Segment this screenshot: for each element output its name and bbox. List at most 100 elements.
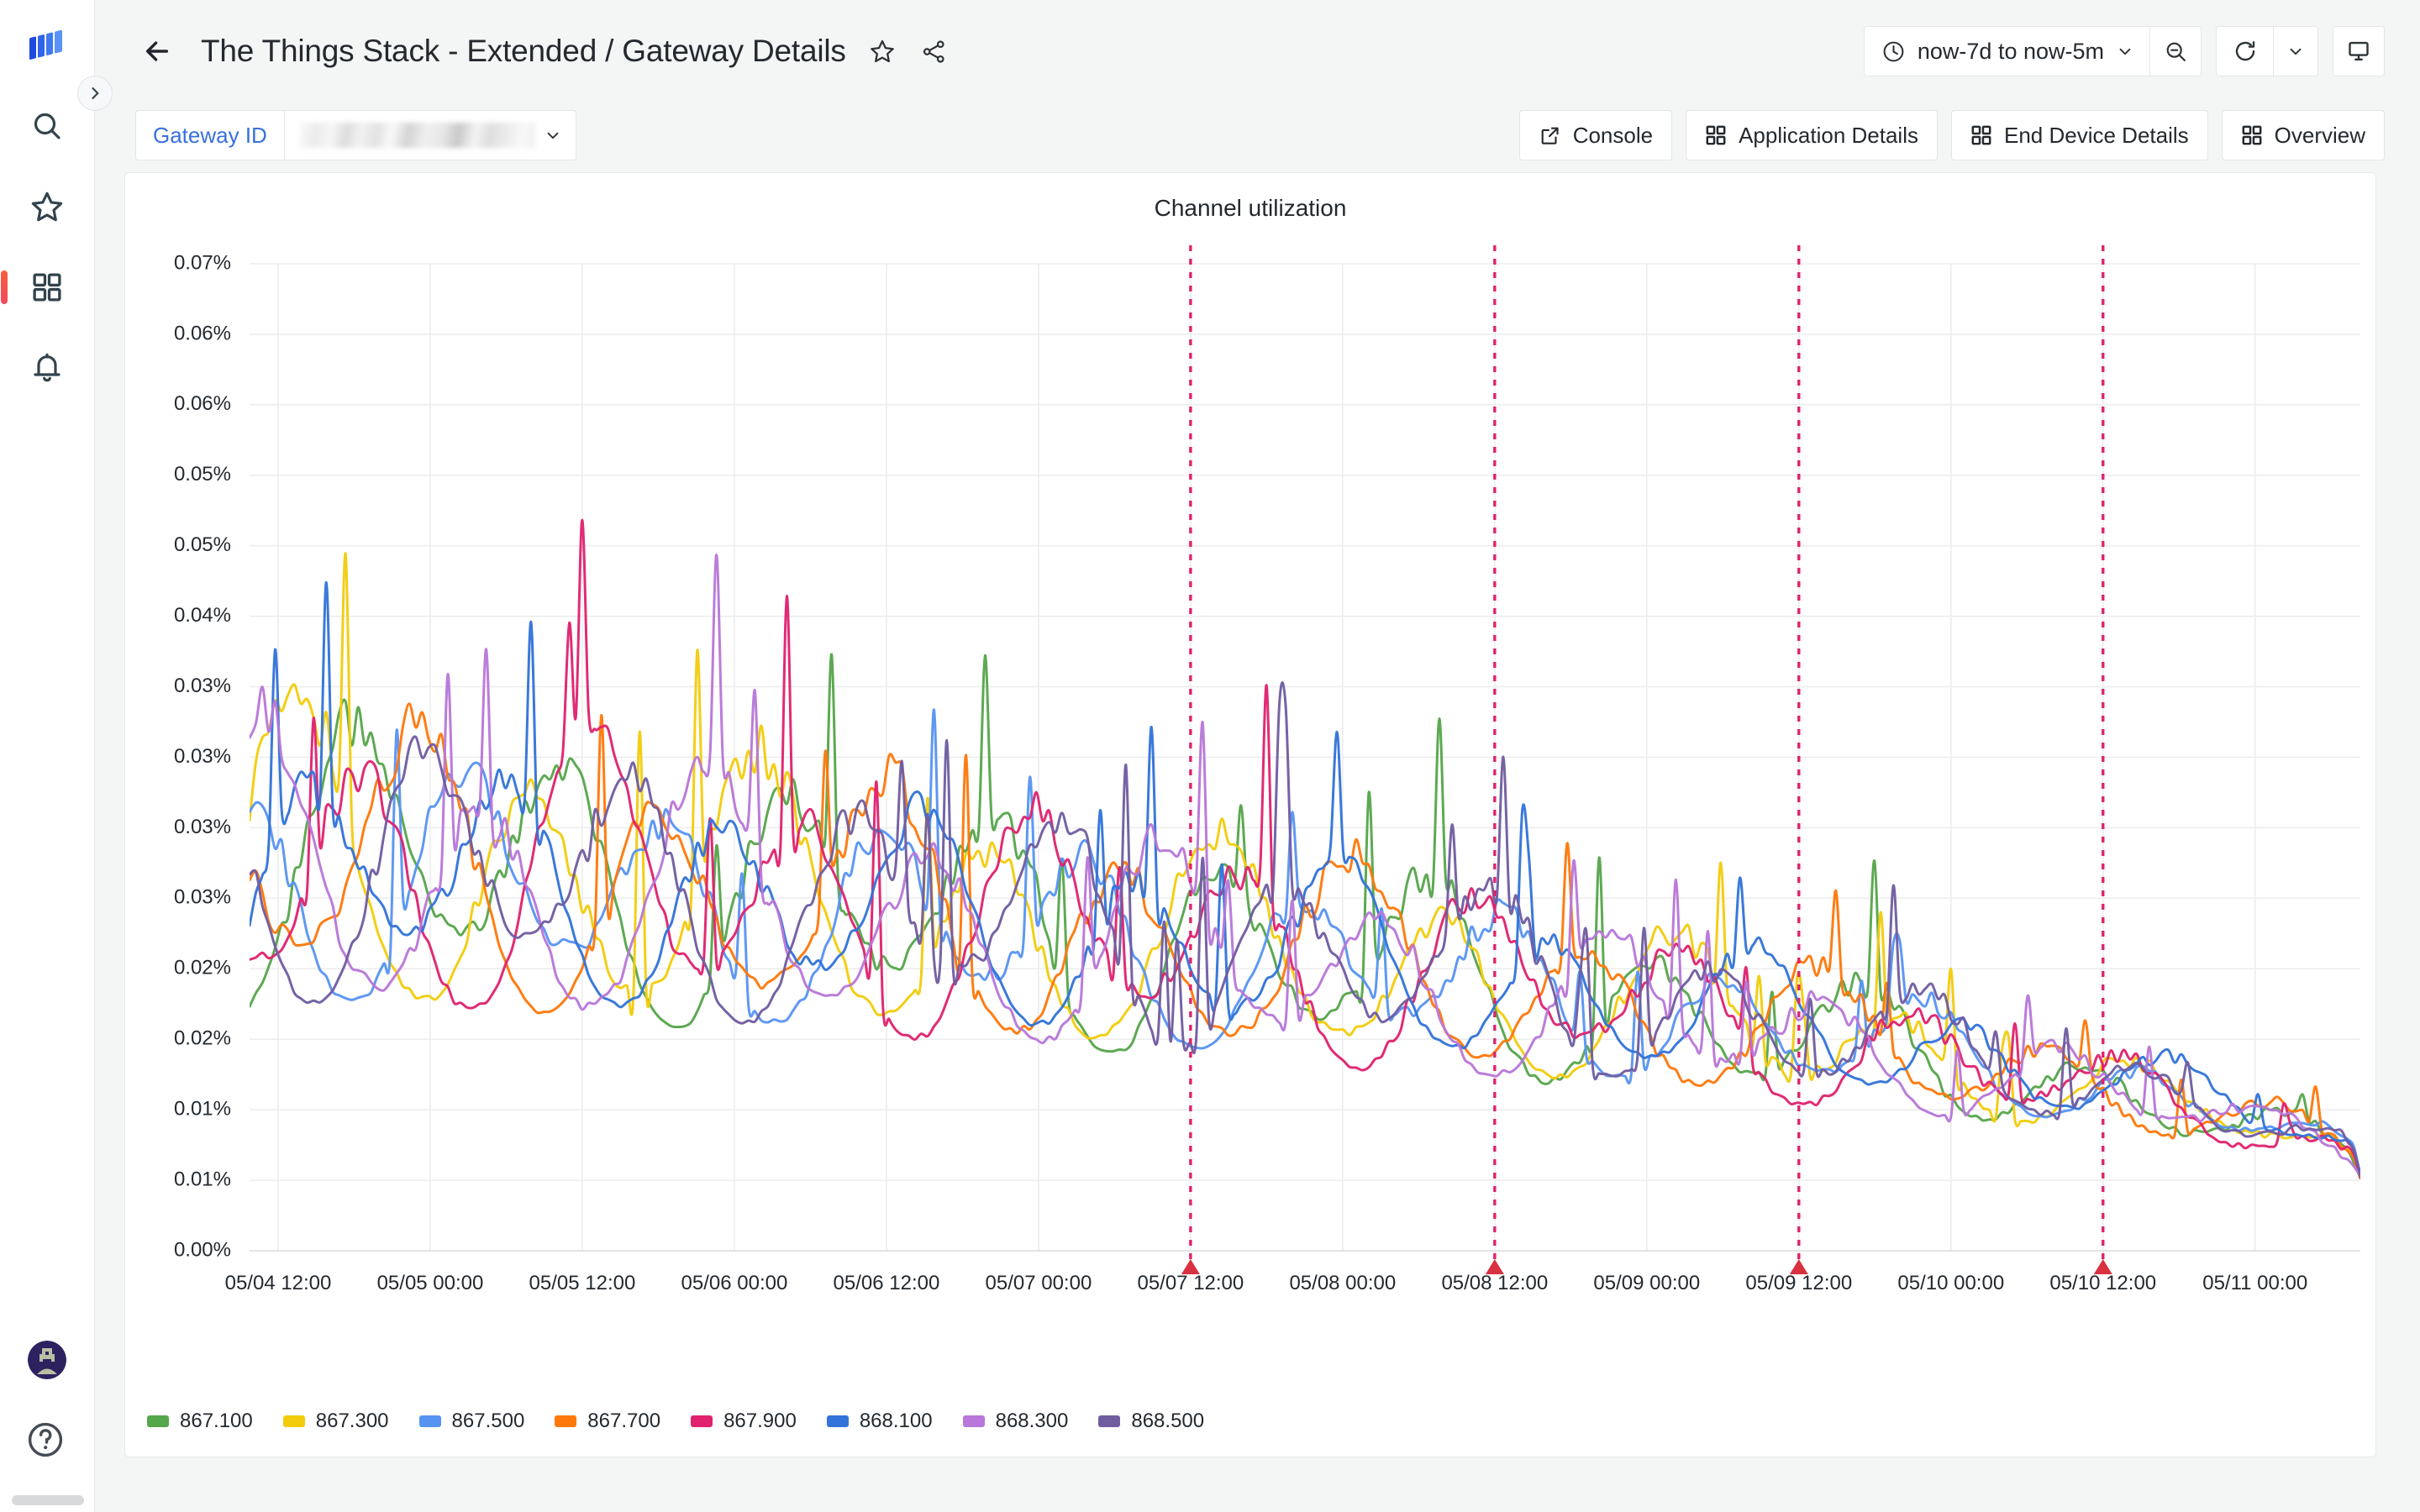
legend-color-swatch xyxy=(418,1415,441,1427)
legend-item[interactable]: 867.900 xyxy=(691,1410,797,1433)
y-axis-tick-label: 0.02% xyxy=(174,1027,231,1050)
legend-item[interactable]: 867.700 xyxy=(555,1410,660,1433)
y-axis-tick-label: 0.00% xyxy=(174,1238,231,1261)
x-axis-tick-label: 05/05 00:00 xyxy=(377,1272,484,1294)
top-toolbar-controls: now-7d to now-5m xyxy=(1863,26,2385,76)
y-axis-tick-label: 0.03% xyxy=(174,675,231,697)
avatar[interactable] xyxy=(28,1341,66,1379)
chart-legend: 867.100 867.300 867.500 867.700 867.900 868.1… xyxy=(147,1410,2357,1433)
x-axis-tick-label: 05/10 00:00 xyxy=(1897,1272,2004,1294)
legend-label: 868.100 xyxy=(859,1410,933,1432)
legend-item[interactable]: 868.500 xyxy=(1098,1410,1204,1433)
star-outline-icon[interactable] xyxy=(866,35,898,67)
annotation-marker[interactable] xyxy=(2093,1259,2112,1274)
legend-item[interactable]: 867.500 xyxy=(418,1410,525,1433)
legend-label: 867.500 xyxy=(451,1410,525,1432)
y-axis-tick-label: 0.06% xyxy=(174,392,231,415)
zoom-out-icon[interactable] xyxy=(2149,26,2202,76)
sidebar-item-search[interactable] xyxy=(24,102,71,150)
legend-color-swatch xyxy=(282,1415,305,1427)
link-overview[interactable]: Overview xyxy=(2221,110,2385,160)
legend-label: 868.300 xyxy=(995,1410,1069,1432)
legend-item[interactable]: 868.100 xyxy=(826,1410,933,1433)
legend-label: 867.700 xyxy=(587,1410,661,1432)
y-axis-tick-label: 0.01% xyxy=(174,1168,231,1190)
apps-icon xyxy=(2241,124,2263,146)
chevron-right-icon[interactable] xyxy=(77,76,113,111)
legend-color-swatch xyxy=(147,1415,169,1427)
link-label: Overview xyxy=(2274,122,2365,148)
apps-icon xyxy=(1705,124,1727,146)
annotation-marker[interactable] xyxy=(1485,1259,1504,1274)
share-nodes-icon[interactable] xyxy=(918,35,950,67)
link-label: Application Details xyxy=(1739,122,1918,148)
left-nav-rail xyxy=(0,0,95,1512)
x-axis-tick-label: 05/09 00:00 xyxy=(1593,1272,1700,1294)
timeseries-plot[interactable]: 0.07% 0.06% 0.06% 0.05% 0.05% 0.04% 0.03% 0.03%… xyxy=(125,230,2377,1398)
annotation-marker[interactable] xyxy=(1789,1259,1808,1274)
plot-svg: 0.07% 0.06% 0.06% 0.05% 0.05% 0.04% 0.03% 0.03%… xyxy=(174,245,2360,1294)
time-range-label: now-7d to now-5m xyxy=(1917,38,2104,64)
chevron-down-icon xyxy=(2116,42,2134,60)
link-console[interactable]: Console xyxy=(1518,110,1673,160)
y-axis-tick-label: 0.07% xyxy=(174,251,231,274)
tv-mode-icon[interactable] xyxy=(2333,26,2385,76)
clock-icon xyxy=(1881,39,1906,64)
gateway-id-select[interactable] xyxy=(283,110,576,160)
gateway-id-value-redacted xyxy=(299,123,535,148)
link-application-details[interactable]: Application Details xyxy=(1686,110,1938,160)
legend-label: 867.300 xyxy=(315,1410,389,1432)
legend-label: 867.100 xyxy=(180,1410,253,1432)
link-label: End Device Details xyxy=(2003,122,2189,148)
x-axis-tick-label: 05/06 00:00 xyxy=(681,1272,788,1294)
x-axis-tick-label: 05/11 00:00 xyxy=(2202,1272,2307,1294)
refresh-icon[interactable] xyxy=(2216,26,2273,76)
grafana-logo[interactable] xyxy=(24,24,70,69)
page-title: The Things Stack - Extended / Gateway De… xyxy=(201,34,846,68)
legend-color-swatch xyxy=(691,1415,713,1427)
arrow-left-icon[interactable] xyxy=(135,29,179,73)
y-axis-tick-label: 0.05% xyxy=(174,463,231,486)
sidebar-item-alerting[interactable] xyxy=(24,344,71,391)
x-axis-tick-label: 05/10 12:00 xyxy=(2049,1272,2156,1294)
apps-icon xyxy=(1970,124,1992,146)
help-circle-icon[interactable] xyxy=(25,1420,69,1463)
y-axis-tick-label: 0.05% xyxy=(174,533,231,556)
link-label: Console xyxy=(1572,122,1654,148)
series-line-867.900 xyxy=(250,518,2360,1179)
gateway-id-label: Gateway ID xyxy=(135,110,284,160)
y-axis-tick-label: 0.01% xyxy=(174,1097,231,1120)
legend-item[interactable]: 867.100 xyxy=(147,1410,253,1433)
legend-label: 867.900 xyxy=(723,1410,797,1432)
nav-scrollbar[interactable] xyxy=(12,1495,84,1505)
legend-color-swatch xyxy=(555,1415,577,1427)
x-axis-tick-label: 05/04 12:00 xyxy=(225,1272,332,1294)
dashboard-links: Console Application Details End Device D… xyxy=(1518,110,2385,160)
y-axis-tick-label: 0.06% xyxy=(174,322,231,344)
y-axis-tick-label: 0.02% xyxy=(174,957,231,979)
x-axis-tick-label: 05/07 00:00 xyxy=(986,1272,1092,1294)
sidebar-item-starred[interactable] xyxy=(24,183,71,230)
x-axis-tick-label: 05/09 12:00 xyxy=(1745,1272,1852,1294)
chevron-down-icon xyxy=(544,126,562,144)
legend-item[interactable]: 868.300 xyxy=(962,1410,1069,1433)
series-line-868.500 xyxy=(250,681,2360,1177)
link-end-device-details[interactable]: End Device Details xyxy=(1950,110,2208,160)
panel-title: Channel utilization xyxy=(1154,195,1347,221)
time-range-group: now-7d to now-5m xyxy=(1863,26,2202,76)
legend-item[interactable]: 867.300 xyxy=(282,1410,389,1433)
y-axis-tick-label: 0.03% xyxy=(174,745,231,768)
sidebar-item-dashboards[interactable] xyxy=(1,264,71,311)
x-axis-tick-label: 05/06 12:00 xyxy=(834,1272,940,1294)
refresh-group xyxy=(2216,26,2318,76)
legend-color-swatch xyxy=(1098,1415,1121,1427)
time-range-picker[interactable]: now-7d to now-5m xyxy=(1863,26,2149,76)
y-axis-tick-label: 0.03% xyxy=(174,886,231,909)
gateway-id-variable: Gateway ID xyxy=(135,110,576,160)
panel-channel-utilization: Channel utilization 0.07% 0.06% 0.06% 0.05%… xyxy=(124,172,2376,1457)
refresh-interval-caret[interactable] xyxy=(2273,26,2318,76)
series-line-867.500 xyxy=(250,708,2360,1178)
x-axis-tick-label: 05/08 00:00 xyxy=(1289,1272,1396,1294)
annotation-marker[interactable] xyxy=(1181,1259,1200,1274)
external-link-icon xyxy=(1539,124,1561,147)
